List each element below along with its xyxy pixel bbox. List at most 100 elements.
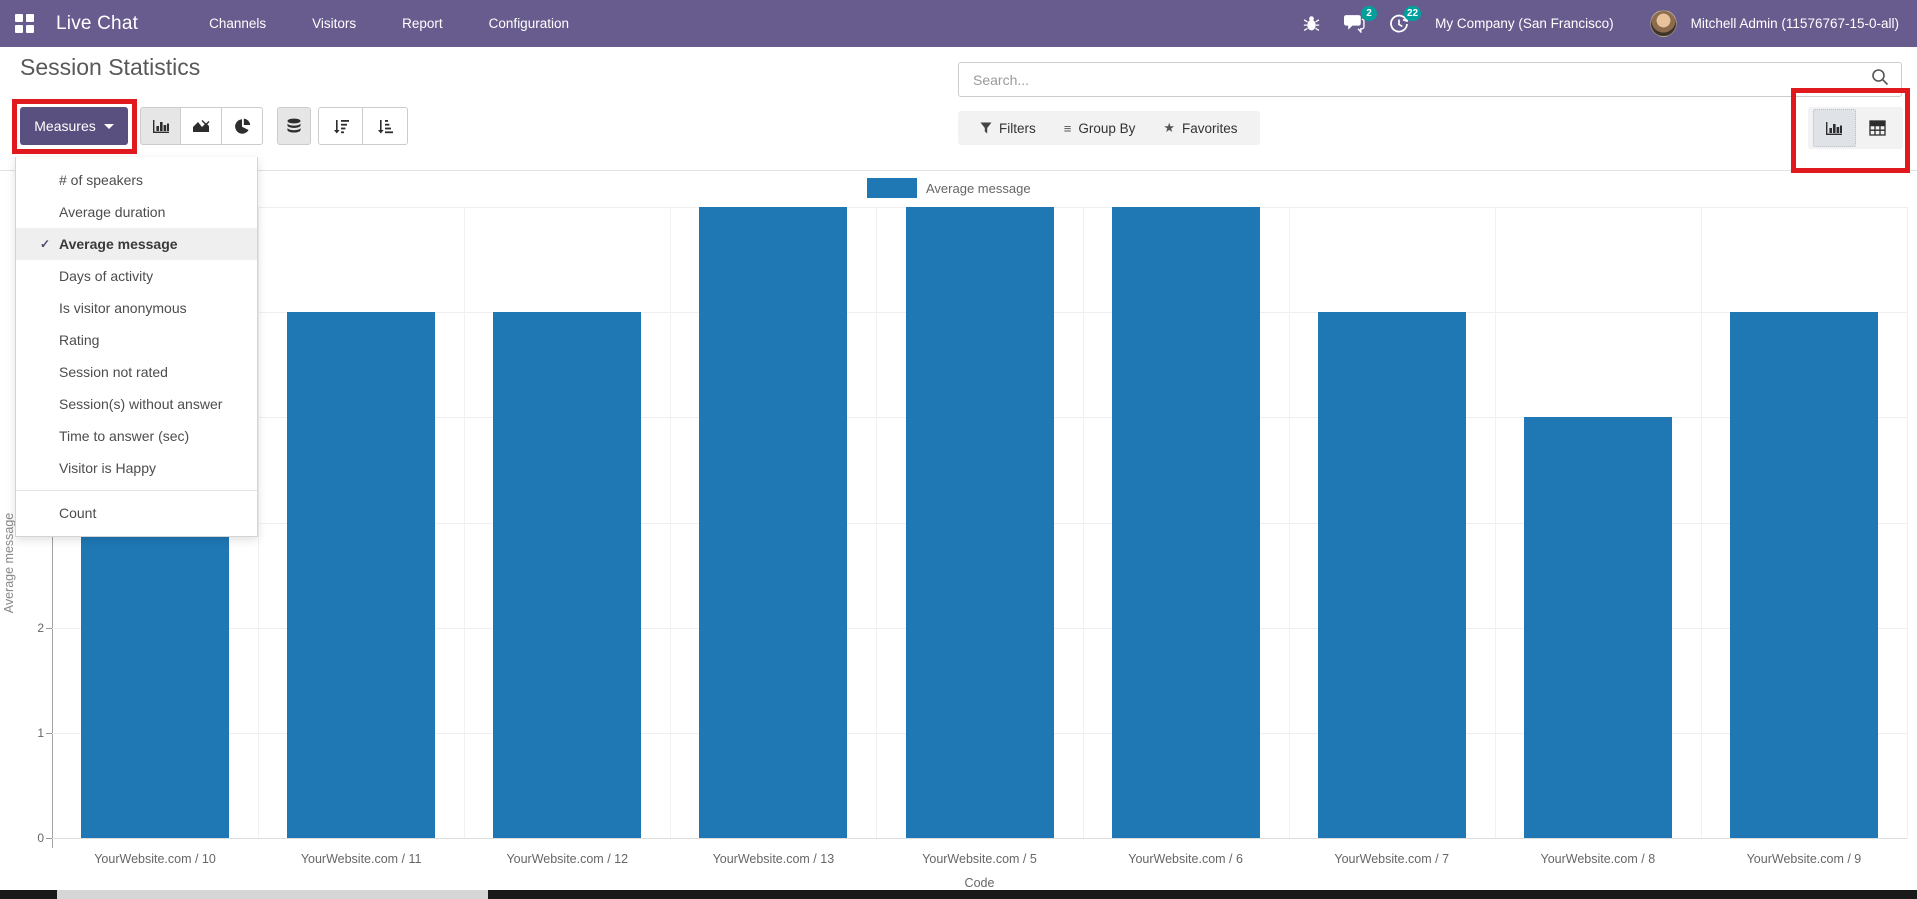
legend-swatch xyxy=(867,178,917,198)
y-tick-mark xyxy=(46,838,52,839)
gridline-v xyxy=(1288,207,1290,838)
measures-button[interactable]: Measures xyxy=(20,107,128,145)
app-brand[interactable]: Live Chat xyxy=(56,13,138,35)
gridline-v xyxy=(1907,207,1908,838)
x-category-label: YourWebsite.com / 9 xyxy=(1746,852,1862,866)
legend-label: Average message xyxy=(926,180,1031,196)
favorites-button[interactable]: ★ Favorites xyxy=(1151,111,1249,145)
nav-menu: Channels Visitors Report Configuration xyxy=(186,0,592,47)
measures-dropdown: # of speakers Average duration ✓ Average me… xyxy=(15,157,258,537)
stacked-database-icon-button[interactable] xyxy=(277,107,311,145)
y-tick-mark xyxy=(46,732,52,734)
activities-clock-icon[interactable]: 22 xyxy=(1389,5,1422,34)
bar-3 xyxy=(493,312,642,838)
bar-2 xyxy=(287,312,436,838)
measures-menu-item[interactable]: Days of activity xyxy=(16,260,257,292)
plot-region xyxy=(52,207,1908,839)
bar-5 xyxy=(905,207,1054,838)
chart-legend[interactable]: Average message xyxy=(867,178,1031,198)
x-category-label: YourWebsite.com / 12 xyxy=(506,852,629,866)
nav-item-configuration[interactable]: Configuration xyxy=(466,0,592,47)
measures-menu-item[interactable]: Session(s) without answer xyxy=(16,388,257,420)
stacked-toggle-group xyxy=(277,107,311,145)
pie-chart-button[interactable] xyxy=(222,107,263,145)
user-menu[interactable]: Mitchell Admin (11576767-15-0-all) xyxy=(1691,16,1899,31)
bar-4 xyxy=(699,207,848,838)
y-tick-mark xyxy=(46,627,52,629)
chart-type-group xyxy=(140,107,263,145)
bar-6 xyxy=(1111,207,1260,838)
x-category-label: YourWebsite.com / 10 xyxy=(94,852,216,866)
activities-count-badge: 22 xyxy=(1403,5,1422,21)
chevron-down-icon xyxy=(103,123,114,129)
gridline-v xyxy=(1082,207,1084,838)
bar-chart-button[interactable] xyxy=(140,107,181,145)
measures-menu-item[interactable]: Visitor is Happy xyxy=(16,452,257,484)
gridline-v xyxy=(1494,207,1496,838)
debug-bug-icon[interactable] xyxy=(1303,15,1320,32)
x-category-label: YourWebsite.com / 11 xyxy=(300,852,422,866)
graph-view-button[interactable] xyxy=(1812,109,1856,147)
star-icon: ★ xyxy=(1163,120,1176,135)
sort-asc-icon-button[interactable] xyxy=(363,107,408,145)
bar-1 xyxy=(81,522,230,838)
messages-count-badge: 2 xyxy=(1361,6,1378,21)
filter-funnel-icon xyxy=(980,122,992,134)
group-by-icon: ≡ xyxy=(1063,120,1072,136)
bar-7 xyxy=(1317,312,1466,838)
x-axis-title: Code xyxy=(964,876,995,890)
measures-menu-item[interactable]: Is visitor anonymous xyxy=(16,292,257,324)
pivot-view-button[interactable] xyxy=(1856,109,1899,147)
search-bar xyxy=(958,62,1902,97)
measures-menu-item[interactable]: Time to answer (sec) xyxy=(16,420,257,452)
y-tick-label: 0 xyxy=(37,831,44,845)
check-icon: ✓ xyxy=(40,237,51,251)
page-title: Session Statistics xyxy=(20,54,201,80)
measures-menu-item[interactable]: Rating xyxy=(16,324,257,356)
x-category-label: YourWebsite.com / 5 xyxy=(922,852,1037,866)
gridline-v xyxy=(1700,207,1702,838)
x-category-label: YourWebsite.com / 7 xyxy=(1334,852,1450,866)
bar-9 xyxy=(1729,312,1878,838)
user-avatar[interactable] xyxy=(1649,10,1677,37)
sort-group xyxy=(318,107,408,145)
group-by-button[interactable]: ≡ Group By xyxy=(1052,111,1148,145)
search-icon[interactable] xyxy=(1871,68,1889,91)
menu-divider xyxy=(16,490,257,491)
gridline-v xyxy=(258,207,260,838)
company-switcher[interactable]: My Company (San Francisco) xyxy=(1435,16,1614,31)
top-nav-bar: Live Chat Channels Visitors Report Configur… xyxy=(0,0,1917,47)
gridline-v xyxy=(876,207,878,838)
measures-menu-item[interactable]: Average duration xyxy=(16,196,257,228)
x-category-label: YourWebsite.com / 13 xyxy=(712,852,835,866)
apps-grid-icon[interactable] xyxy=(15,14,34,33)
filter-bar: Filters ≡ Group By ★ Favorites xyxy=(958,111,1260,145)
favorites-label: Favorites xyxy=(1182,120,1238,136)
x-category-label: YourWebsite.com / 6 xyxy=(1128,852,1243,866)
filters-label: Filters xyxy=(999,120,1036,136)
view-switcher xyxy=(1808,107,1903,149)
y-axis-title: Average message xyxy=(2,512,16,614)
nav-item-report[interactable]: Report xyxy=(379,0,466,47)
messages-icon[interactable]: 2 xyxy=(1344,6,1378,33)
gridline-h xyxy=(52,838,1907,839)
y-tick-label: 2 xyxy=(37,620,44,635)
nav-item-channels[interactable]: Channels xyxy=(186,0,289,47)
measures-menu-item[interactable]: Session not rated xyxy=(16,356,257,388)
gridline-v xyxy=(464,207,466,838)
search-input[interactable] xyxy=(959,71,1871,88)
y-tick-label: 1 xyxy=(37,725,44,740)
nav-item-visitors[interactable]: Visitors xyxy=(289,0,379,47)
measures-menu-item[interactable]: Count xyxy=(16,497,257,529)
chart-area: Average message 0123456 YourWebsite.com … xyxy=(0,171,1917,890)
measures-menu-item[interactable]: # of speakers xyxy=(16,164,257,196)
nav-systray: 2 22 My Company (San Francisco) Mitchell… xyxy=(1291,0,1917,47)
measures-menu-item[interactable]: ✓ Average message xyxy=(16,228,257,260)
group-by-label: Group By xyxy=(1078,120,1136,136)
filters-button[interactable]: Filters xyxy=(968,111,1048,145)
line-chart-button[interactable] xyxy=(181,107,222,145)
bar-8 xyxy=(1523,417,1672,838)
horizontal-scrollbar-thumb[interactable] xyxy=(57,890,488,899)
sort-desc-icon-button[interactable] xyxy=(318,107,363,145)
horizontal-scrollbar-track[interactable] xyxy=(0,890,1917,899)
